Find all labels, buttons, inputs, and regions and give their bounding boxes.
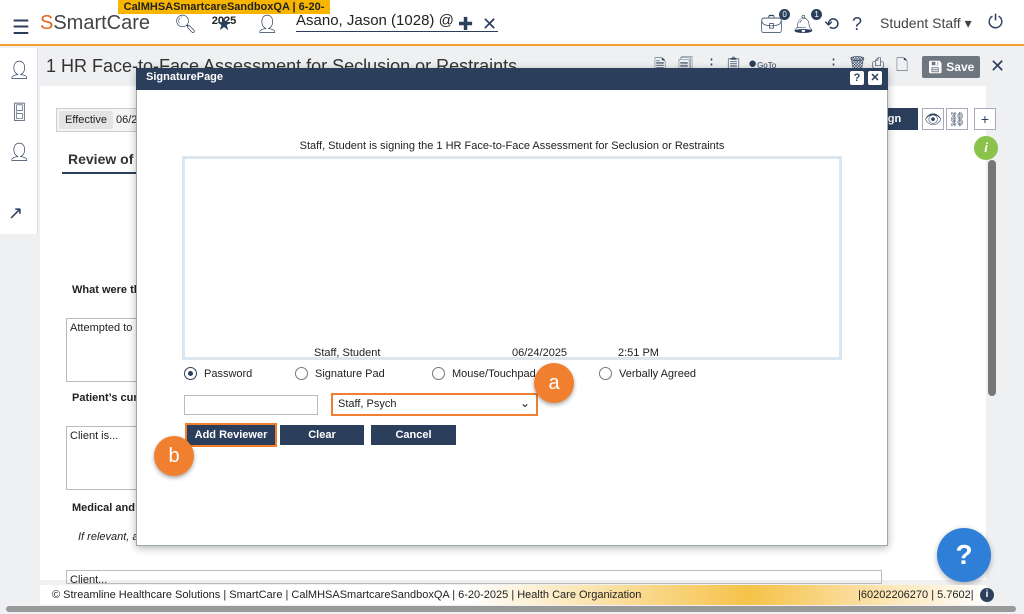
patient-at: @ (438, 12, 454, 29)
briefcase-icon[interactable]: 💼︎ 0 (760, 9, 790, 35)
effective-label: Effective (59, 111, 113, 129)
radio-verbally-agreed[interactable]: Verbally Agreed (599, 367, 696, 380)
bell-badge: 1 (811, 9, 822, 20)
info-icon[interactable]: i (974, 136, 998, 160)
patient-name: Asano, Jason (1028) (296, 12, 435, 29)
question-2: Patient’s curr (72, 392, 142, 404)
save-button[interactable]: 💾︎ Save (922, 56, 980, 78)
signer-name: Staff, Student (314, 347, 381, 359)
user-icon[interactable]: 👤︎ (256, 14, 279, 35)
star-icon[interactable]: ★ (216, 14, 232, 35)
answer-2[interactable]: Client is... (66, 426, 146, 490)
radio-dot[interactable] (295, 367, 308, 380)
horizontal-scrollbar[interactable] (6, 606, 1016, 612)
footer-version: |60202206270 | 5.7602| (858, 589, 974, 601)
eye-icon[interactable]: 👁︎ (922, 108, 944, 130)
signature-time: 2:51 PM (618, 347, 659, 359)
question-1: What were th (72, 284, 141, 296)
external-link-icon[interactable]: ↗ (8, 203, 23, 224)
dialog-help-icon[interactable]: ? (850, 71, 864, 85)
vertical-scrollbar[interactable] (988, 160, 996, 396)
dialog-title: SignaturePage (146, 71, 224, 83)
chevron-down-icon[interactable]: ⌄ (520, 396, 530, 410)
logo-text: SmartCare (53, 12, 151, 34)
answer-3[interactable]: Client... (66, 570, 882, 586)
tab-review[interactable]: Review of (62, 148, 142, 174)
share-icon[interactable]: ⛓︎ (946, 108, 968, 130)
dialog-close-icon[interactable]: ✕ (868, 71, 882, 85)
answer-1[interactable]: Attempted to (66, 318, 146, 382)
history-icon[interactable]: ⟲ (824, 14, 839, 35)
dialog-header (136, 68, 888, 90)
signature-pad[interactable] (182, 156, 842, 360)
bell-icon[interactable]: 🔔︎ 1 (792, 9, 822, 35)
plus-icon[interactable]: ✚ (458, 14, 473, 35)
radio-password-label: Password (204, 367, 253, 380)
help-bubble[interactable]: ? (937, 528, 991, 582)
save-label: Save (946, 60, 975, 74)
door-icon[interactable]: 🚪︎ (8, 102, 31, 123)
question-3: Medical and (72, 502, 135, 514)
radio-dot[interactable] (599, 367, 612, 380)
clear-button[interactable]: Clear (280, 425, 364, 445)
close-icon[interactable]: ✕ (482, 14, 497, 35)
radio-password[interactable]: Password (184, 367, 252, 380)
staff-icon[interactable]: 👤︎ (8, 142, 31, 163)
radio-dot[interactable] (432, 367, 445, 380)
callout-a: a (534, 363, 574, 403)
smartcare-logo[interactable]: SSmartCare (40, 12, 150, 35)
menu-icon[interactable]: ☰ (12, 15, 30, 40)
add-reviewer-button[interactable]: Add Reviewer (185, 423, 277, 447)
cancel-button[interactable]: Cancel (371, 425, 456, 445)
effective-value: 06/2 (116, 114, 138, 126)
signing-message: Staff, Student is signing the 1 HR Face-… (299, 140, 725, 152)
radio-verbally-agreed-label: Verbally Agreed (619, 367, 697, 380)
footer-info-icon[interactable]: i (980, 588, 994, 602)
relevant-hint: If relevant, a (78, 531, 139, 543)
password-input[interactable] (184, 395, 318, 415)
add-icon[interactable]: + (974, 108, 996, 130)
radio-signature-pad-label: Signature Pad (315, 367, 385, 380)
reviewer-select[interactable]: Staff, Psych (331, 393, 538, 416)
power-icon[interactable]: ⏻ (988, 12, 1003, 34)
close-document-icon[interactable]: ✕ (990, 56, 1005, 77)
callout-b: b (154, 436, 194, 476)
page-icon[interactable]: 🗋 (896, 55, 908, 80)
staff-label: Student Staff (880, 15, 961, 31)
radio-dot-selected[interactable] (184, 367, 197, 380)
radio-mouse-touchpad-label: Mouse/Touchpad (452, 367, 536, 380)
signature-date: 06/24/2025 (512, 347, 568, 359)
search-icon[interactable]: 🔍︎ (174, 14, 197, 35)
briefcase-badge: 0 (779, 9, 790, 20)
radio-signature-pad[interactable]: Signature Pad (295, 367, 385, 380)
client-icon[interactable]: 👤︎ (8, 60, 31, 81)
footer-bar: © Streamline Healthcare Solutions | Smar… (40, 585, 986, 605)
staff-menu[interactable]: Student Staff ▾ (880, 15, 972, 32)
radio-mouse-touchpad[interactable]: Mouse/Touchpad (432, 367, 536, 380)
help-icon[interactable]: ? (852, 14, 862, 35)
